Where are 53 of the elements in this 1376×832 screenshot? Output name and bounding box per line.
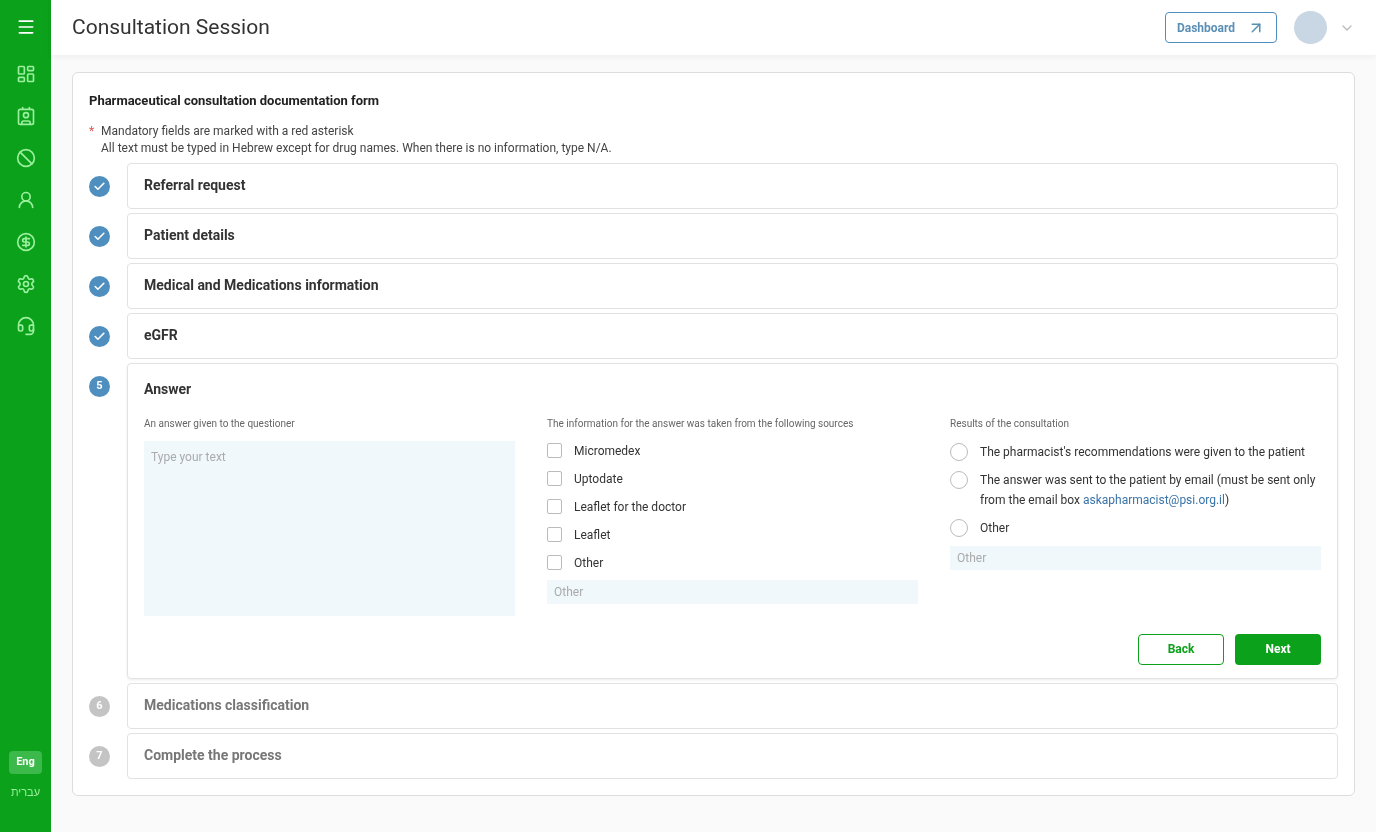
page-title: Consultation Session — [72, 13, 270, 41]
step-title: Medical and Medications information — [144, 276, 379, 295]
field-label: The information for the answer was taken from the following sources — [547, 416, 855, 431]
step-panel[interactable]: Medications classification — [127, 682, 1338, 729]
step-title: Referral request — [144, 176, 246, 195]
radio-label: Other — [980, 519, 1010, 537]
step-number: 6 — [96, 697, 103, 714]
step-panel[interactable]: Patient details — [127, 212, 1338, 259]
source-checkbox[interactable]: Leaflet — [547, 525, 918, 544]
step-title: eGFR — [144, 326, 178, 345]
step-panel[interactable] — [127, 362, 1338, 679]
form-note: All text must be typed in Hebrew except for drug names. When there is no information, type N/A. — [101, 139, 612, 157]
step-title: Complete the process — [144, 746, 282, 765]
avatar[interactable] — [1294, 11, 1327, 44]
field-label: An answer given to the questioner — [144, 416, 296, 431]
step-title: Patient details — [144, 226, 235, 245]
result-radio[interactable]: Other — [950, 517, 1321, 538]
field-label: Results of the consultation — [950, 416, 1070, 431]
result-radio[interactable]: The answer was sent to the patient by email (must be sent only from the email box askapharmacist@psi.org.il) — [950, 469, 1321, 510]
user-icon[interactable] — [15, 190, 36, 210]
source-checkbox[interactable]: Leaflet for the doctor — [547, 497, 918, 516]
other-result-field[interactable]: Other — [950, 545, 1321, 570]
source-checkbox[interactable]: Micromedex — [547, 441, 918, 460]
checkbox[interactable] — [547, 471, 562, 486]
settings-icon[interactable] — [15, 274, 36, 294]
checkbox[interactable] — [547, 555, 562, 570]
step-panel[interactable]: eGFR — [127, 312, 1338, 359]
checkbox[interactable] — [547, 499, 562, 514]
required-asterisk: * — [89, 122, 96, 140]
step-panel[interactable]: Referral request — [127, 162, 1338, 209]
dollar-icon[interactable] — [15, 232, 36, 252]
dashboard-icon[interactable] — [15, 64, 36, 84]
source-checkbox[interactable]: Other — [547, 553, 918, 572]
checkbox[interactable] — [547, 527, 562, 542]
email-link[interactable]: askapharmacist@psi.org.il — [1082, 492, 1225, 507]
prohibited-icon[interactable] — [15, 148, 36, 168]
step-panel[interactable]: Medical and Medications information — [127, 262, 1338, 309]
source-checkbox[interactable]: Uptodate — [547, 469, 918, 488]
step-number: 7 — [96, 747, 103, 764]
step-title: Answer — [144, 380, 192, 397]
result-radio[interactable]: The pharmacist's recommendations were given to the patient — [950, 441, 1321, 462]
radio-label: The pharmacist's recommendations were given to the patient — [980, 443, 1306, 461]
answer-textarea[interactable]: Type your text — [144, 440, 515, 616]
contact-card-icon[interactable] — [15, 106, 36, 126]
step-panel[interactable]: Complete the process — [127, 732, 1338, 779]
step-title: Medications classification — [144, 696, 310, 715]
checkbox[interactable] — [547, 443, 562, 458]
other-source-field[interactable]: Other — [547, 579, 918, 604]
form-title: Pharmaceutical consultation documentation form — [89, 92, 381, 110]
step-number: 5 — [96, 377, 103, 394]
headset-icon[interactable] — [15, 316, 36, 336]
form-note: Mandatory fields are marked with a red asterisk — [101, 122, 355, 140]
radio-label: The answer was sent to the patient by email (must be sent only from the email box askapharmacist@psi.org.il) — [980, 471, 1317, 509]
